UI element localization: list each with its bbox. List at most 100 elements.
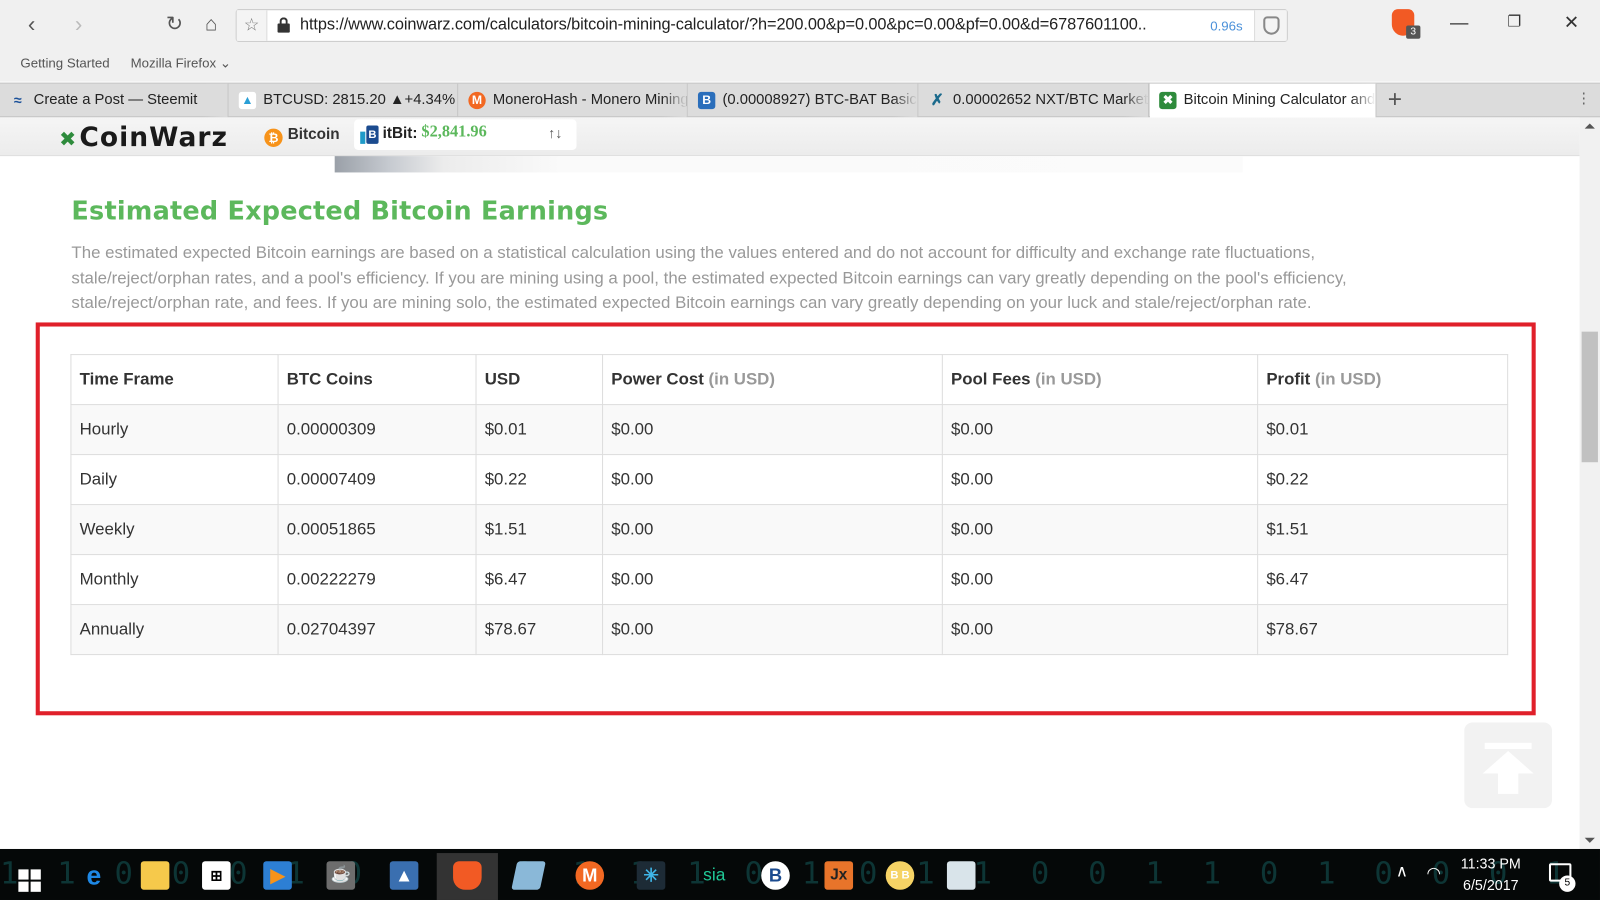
taskbar-java[interactable]: ☕ [310, 853, 371, 900]
taskbar-emoji-coin[interactable]: B B [869, 853, 930, 900]
back-to-top-button[interactable] [1464, 722, 1553, 809]
tab-btc-bat[interactable]: B (0.00008927) BTC-BAT Basic Attention [689, 83, 919, 118]
tab-label: Bitcoin Mining Calculator and Profit [1183, 91, 1376, 109]
wifi-icon[interactable]: ◠ [1427, 863, 1441, 883]
cell-time-frame: Annually [70, 604, 279, 656]
cell-power-cost: $0.00 [602, 404, 943, 456]
brave-extension-button[interactable]: 3 [1391, 9, 1421, 39]
minimize-button[interactable]: — [1439, 8, 1480, 37]
tab-label: BTCUSD: 2815.20 ▲+4.34% [263, 91, 456, 109]
cell-usd: $78.67 [475, 604, 604, 656]
cell-usd: $0.22 [475, 454, 604, 506]
tab-monerohash[interactable]: M MoneroHash - Monero Mining Pool [459, 83, 688, 118]
bookmark-mozilla-firefox[interactable]: Mozilla Firefox ⌄ [131, 55, 231, 71]
col-pool-fees: Pool Fees (in USD) [941, 354, 1259, 406]
taskbar-store[interactable]: ⊞ [186, 853, 247, 900]
taskbar-bytecoin[interactable]: B [745, 853, 806, 900]
brave-shield-icon[interactable] [1254, 10, 1287, 41]
taskbar-sia[interactable]: sia [684, 853, 745, 900]
taskbar-media-player[interactable]: ▶ [247, 853, 308, 900]
price-ticker[interactable]: B itBit: $2,841.96 ↑↓ [354, 119, 577, 150]
new-tab-button[interactable]: + [1383, 86, 1407, 115]
page-content: ✖CoinWarz ₿ Bitcoin B itBit: $2,841.96 ↑↓… [0, 117, 1580, 849]
table-row: Annually 0.02704397 $78.67 $0.00 $0.00 $… [70, 604, 1509, 656]
tab-steemit[interactable]: ≈ Create a Post — Steemit [0, 83, 229, 118]
sia-icon: sia [703, 865, 726, 885]
site-header: ✖CoinWarz ₿ Bitcoin B itBit: $2,841.96 ↑↓ [0, 117, 1580, 157]
coin-face-icon: B B [885, 861, 915, 890]
col-power-cost: Power Cost (in USD) [602, 354, 943, 406]
system-clock[interactable]: 11:33 PM 6/5/2017 [1447, 853, 1535, 896]
browser-toolbar: ‹ › ↻ ⌂ ☆ https://www.coinwarz.com/calcu… [0, 0, 1600, 49]
start-button[interactable] [0, 853, 61, 900]
media-player-icon: ▶ [263, 861, 292, 890]
load-time: 0.96s [1210, 18, 1243, 34]
taskbar-notepad[interactable] [498, 853, 559, 900]
cell-btc-coins: 0.02704397 [277, 604, 477, 656]
show-hidden-icons-button[interactable]: ∧ [1396, 861, 1408, 881]
bookmark-getting-started[interactable]: Getting Started [20, 55, 109, 70]
taskbar-brave[interactable] [436, 853, 498, 900]
banner-image [334, 156, 1243, 173]
store-icon: ⊞ [202, 861, 231, 890]
earnings-table: Time Frame BTC Coins USD Power Cost (in … [70, 354, 1509, 656]
scroll-thumb[interactable] [1581, 331, 1598, 463]
cell-power-cost: $0.00 [602, 604, 943, 656]
tab-bitcoin-mining-calculator[interactable]: ✖ Bitcoin Mining Calculator and Profit [1149, 83, 1377, 119]
taskbar-jaxx[interactable]: Jx [808, 853, 869, 900]
cell-power-cost: $0.00 [602, 504, 943, 556]
col-time-frame: Time Frame [70, 354, 279, 406]
table-row: Daily 0.00007409 $0.22 $0.00 $0.00 $0.22 [70, 454, 1509, 506]
scroll-up-arrow[interactable] [1584, 123, 1595, 129]
forward-button[interactable]: › [65, 10, 92, 39]
page-scrollbar[interactable] [1579, 117, 1600, 849]
tab-label: MoneroHash - Monero Mining Pool [492, 91, 687, 109]
url-text[interactable]: https://www.coinwarz.com/calculators/bit… [300, 16, 1147, 34]
extension-badge-count: 3 [1406, 25, 1421, 39]
taskbar-window-app[interactable] [931, 853, 992, 900]
close-window-button[interactable]: ✕ [1551, 8, 1592, 37]
cell-time-frame: Weekly [70, 504, 279, 556]
section-title: Estimated Expected Bitcoin Earnings [71, 195, 609, 226]
bookmarks-bar: Getting Started Mozilla Firefox ⌄ [0, 48, 1600, 82]
clock-time: 11:33 PM [1460, 855, 1521, 872]
cell-usd: $6.47 [475, 554, 604, 606]
sort-arrows-icon[interactable]: ↑↓ [548, 124, 562, 140]
restore-button[interactable]: ❐ [1494, 8, 1535, 37]
taskbar-file-explorer[interactable] [124, 853, 185, 900]
table-header-row: Time Frame BTC Coins USD Power Cost (in … [70, 354, 1509, 406]
cell-power-cost: $0.00 [602, 454, 943, 506]
cell-pool-fees: $0.00 [941, 454, 1259, 506]
arrow-up-icon [1484, 742, 1532, 749]
tradingview-icon: ▲ [238, 91, 257, 110]
cell-profit: $0.22 [1257, 454, 1509, 506]
cell-time-frame: Daily [70, 454, 279, 506]
cell-pool-fees: $0.00 [941, 604, 1259, 656]
coinwarz-logo[interactable]: ✖CoinWarz [59, 122, 228, 153]
taskbar-monero[interactable]: M [559, 853, 620, 900]
bookmark-star-icon[interactable]: ☆ [236, 10, 268, 41]
lock-icon[interactable] [277, 17, 290, 33]
coin-selector[interactable]: ₿ Bitcoin [264, 126, 340, 147]
cell-profit: $0.01 [1257, 404, 1509, 456]
taskbar-app-blue[interactable]: ▲ [373, 853, 434, 900]
folder-icon [140, 861, 170, 890]
cell-pool-fees: $0.00 [941, 404, 1259, 456]
taskbar-nxt[interactable]: ✳ [620, 853, 681, 900]
tab-nxt-btc[interactable]: ✗ 0.00002652 NXT/BTC Market [919, 83, 1149, 118]
back-button[interactable]: ‹ [18, 10, 45, 39]
cell-btc-coins: 0.00007409 [277, 454, 477, 506]
cell-pool-fees: $0.00 [941, 554, 1259, 606]
scroll-down-arrow[interactable] [1584, 837, 1595, 843]
cell-time-frame: Monthly [70, 554, 279, 606]
taskbar-edge[interactable]: e [63, 853, 124, 900]
col-profit: Profit (in USD) [1257, 354, 1509, 406]
tab-btcusd[interactable]: ▲ BTCUSD: 2815.20 ▲+4.34% [230, 83, 459, 118]
windows-logo-icon [18, 869, 41, 892]
home-button[interactable]: ⌂ [198, 10, 225, 39]
reload-button[interactable]: ↻ [161, 10, 188, 39]
java-icon: ☕ [326, 861, 356, 890]
tab-bar: ≈ Create a Post — Steemit ▲ BTCUSD: 2815… [0, 82, 1600, 119]
address-bar[interactable]: ☆ https://www.coinwarz.com/calculators/b… [235, 9, 1288, 42]
tab-menu-icon[interactable]: ⋮ [1577, 90, 1591, 107]
